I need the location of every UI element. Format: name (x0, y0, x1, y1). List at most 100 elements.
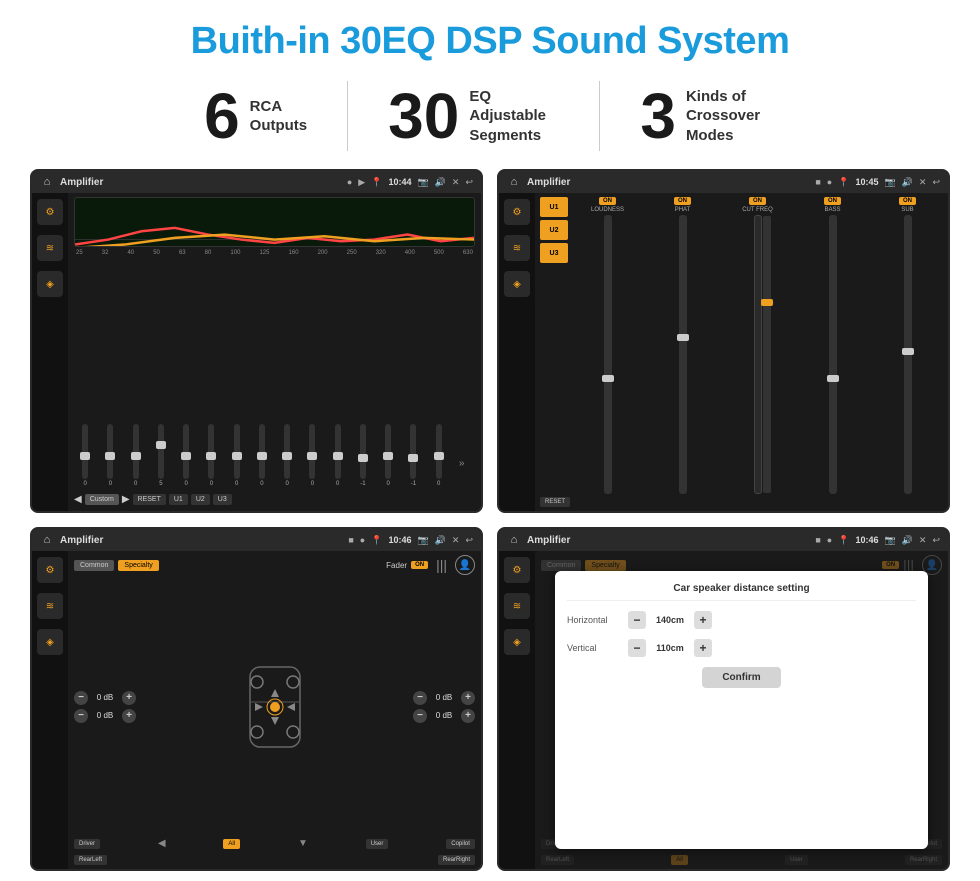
vol-minus-1[interactable]: − (74, 691, 88, 705)
eq-prev-btn[interactable]: ◀ (74, 494, 82, 505)
horizontal-minus-btn[interactable]: − (628, 611, 646, 629)
slider-track-4[interactable] (158, 424, 164, 479)
loudness-label: LOUDNESS (591, 207, 624, 213)
slider-track-13[interactable] (385, 424, 391, 479)
common-tab[interactable]: Common (74, 560, 114, 571)
back-icon-2: ↩ (932, 177, 940, 188)
eq-sidebar-btn-3[interactable]: ◈ (37, 271, 63, 297)
slider-track-6[interactable] (208, 424, 214, 479)
eq-slider-7: 0 (226, 424, 248, 487)
dialog-screen-time: 10:46 (855, 535, 878, 545)
preset-u3-btn[interactable]: U3 (540, 243, 568, 263)
confirm-button[interactable]: Confirm (702, 667, 780, 688)
sub-label: SUB (901, 207, 913, 213)
screens-grid: ⌂ Amplifier ● ▶ 📍 10:44 📷 🔊 ✕ ↩ ⚙ ≋ ◈ (30, 169, 950, 871)
freq-80: 80 (205, 250, 212, 256)
slider-track-2[interactable] (107, 424, 113, 479)
dialog-bg-screen: Common Specialty ON ||| 👤 Car speaker di… (535, 551, 948, 869)
fader-sidebar-btn-3[interactable]: ◈ (37, 629, 63, 655)
horizontal-plus-btn[interactable]: + (694, 611, 712, 629)
fader-down-arrow[interactable]: ▼ (298, 838, 308, 849)
camera-icon: 📷 (417, 177, 428, 188)
eq-val-7: 0 (235, 481, 238, 487)
dialog-sidebar: ⚙ ≋ ◈ (499, 551, 535, 869)
loudness-slider[interactable] (604, 215, 612, 494)
fader-bottom-row: Driver ◀ All ▼ User Copilot (74, 838, 475, 849)
preset-u1-btn[interactable]: U1 (540, 197, 568, 217)
home-icon-2[interactable]: ⌂ (507, 175, 521, 189)
vol-plus-4[interactable]: + (461, 709, 475, 723)
cross-sidebar-btn-2[interactable]: ≋ (504, 235, 530, 261)
driver-btn[interactable]: Driver (74, 839, 100, 849)
location-icon: 📍 (371, 177, 382, 188)
fader-left-arrow[interactable]: ◀ (158, 838, 166, 849)
rearleft-btn[interactable]: RearLeft (74, 855, 107, 865)
slider-track-1[interactable] (82, 424, 88, 479)
eq-u3-btn[interactable]: U3 (213, 494, 232, 505)
dialog-sidebar-btn-2[interactable]: ≋ (504, 593, 530, 619)
preset-u2-btn[interactable]: U2 (540, 220, 568, 240)
fader-sidebar-btn-2[interactable]: ≋ (37, 593, 63, 619)
dialog-sidebar-btn-1[interactable]: ⚙ (504, 557, 530, 583)
slider-track-3[interactable] (133, 424, 139, 479)
crossover-reset-btn[interactable]: RESET (540, 497, 570, 507)
camera-icon-4: 📷 (884, 535, 895, 546)
eq-val-9: 0 (285, 481, 288, 487)
eq-sidebar: ⚙ ≋ ◈ (32, 193, 68, 511)
slider-track-12[interactable] (360, 424, 366, 479)
phat-slider[interactable] (679, 215, 687, 494)
vol-value-3: 0 dB (430, 693, 458, 702)
slider-track-8[interactable] (259, 424, 265, 479)
slider-track-14[interactable] (410, 424, 416, 479)
specialty-tab[interactable]: Specialty (118, 560, 158, 571)
vertical-minus-btn[interactable]: − (628, 639, 646, 657)
slider-track-11[interactable] (335, 424, 341, 479)
eq-sidebar-btn-1[interactable]: ⚙ (37, 199, 63, 225)
fader-slider-handle[interactable]: ||| (436, 557, 447, 573)
copilot-btn[interactable]: Copilot (446, 839, 475, 849)
slider-track-7[interactable] (234, 424, 240, 479)
cutfreq-slider[interactable] (754, 215, 762, 494)
eq-val-1: 0 (83, 481, 86, 487)
volume-icon-3: 🔊 (435, 535, 446, 546)
eq-graph (74, 197, 475, 247)
slider-track-9[interactable] (284, 424, 290, 479)
bass-slider[interactable] (829, 215, 837, 494)
eq-u1-btn[interactable]: U1 (169, 494, 188, 505)
vol-plus-3[interactable]: + (461, 691, 475, 705)
slider-track-10[interactable] (309, 424, 315, 479)
slider-track-5[interactable] (183, 424, 189, 479)
stats-row: 6 RCAOutputs 30 EQ AdjustableSegments 3 … (30, 81, 950, 151)
eq-sidebar-btn-2[interactable]: ≋ (37, 235, 63, 261)
sub-slider[interactable] (904, 215, 912, 494)
home-icon[interactable]: ⌂ (40, 175, 54, 189)
volume-icon-4: 🔊 (902, 535, 913, 546)
cross-sidebar-btn-1[interactable]: ⚙ (504, 199, 530, 225)
fader-sidebar-btn-1[interactable]: ⚙ (37, 557, 63, 583)
vol-row-4: − 0 dB + (413, 709, 475, 723)
vertical-row: Vertical − 110cm + (567, 639, 916, 657)
freq-125: 125 (259, 250, 269, 256)
vertical-plus-btn[interactable]: + (694, 639, 712, 657)
eq-custom-btn[interactable]: Custom (85, 494, 119, 505)
cross-sidebar-btn-3[interactable]: ◈ (504, 271, 530, 297)
crossover-sliders: ON LOUDNESS ON PHAT (572, 197, 943, 494)
bass-label: BASS (824, 207, 840, 213)
eq-next-btn[interactable]: ▶ (122, 494, 130, 505)
eq-u2-btn[interactable]: U2 (191, 494, 210, 505)
home-icon-4[interactable]: ⌂ (507, 533, 521, 547)
vol-plus-2[interactable]: + (122, 709, 136, 723)
home-icon-3[interactable]: ⌂ (40, 533, 54, 547)
freq-50: 50 (153, 250, 160, 256)
vol-minus-2[interactable]: − (74, 709, 88, 723)
vol-plus-1[interactable]: + (122, 691, 136, 705)
all-btn[interactable]: All (223, 839, 240, 849)
eq-reset-btn[interactable]: RESET (133, 494, 166, 505)
phat-on-badge: ON (674, 197, 691, 205)
dialog-sidebar-btn-3[interactable]: ◈ (504, 629, 530, 655)
slider-track-15[interactable] (436, 424, 442, 479)
vol-minus-3[interactable]: − (413, 691, 427, 705)
user-btn[interactable]: User (366, 839, 389, 849)
rearright-btn[interactable]: RearRight (438, 855, 475, 865)
vol-minus-4[interactable]: − (413, 709, 427, 723)
